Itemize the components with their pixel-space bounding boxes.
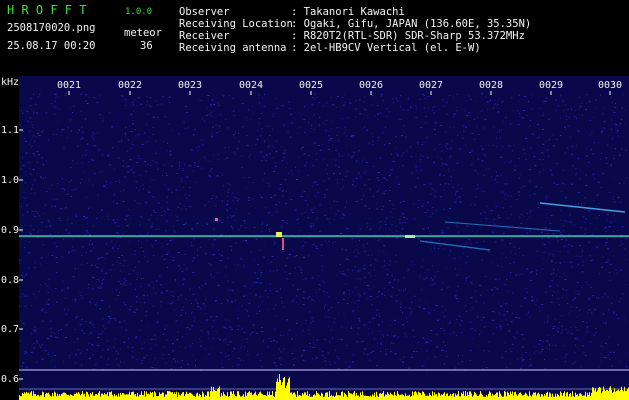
carrier-bright-spot: [276, 232, 282, 237]
time-tick-label: 0024: [239, 80, 264, 91]
time-tick-label: 0022: [118, 80, 143, 91]
carrier-bright-spot: [405, 235, 415, 238]
time-tick-label: 0030: [598, 80, 623, 91]
meteor-echo: [215, 218, 218, 221]
frequency-unit-label: kHz: [1, 77, 20, 88]
frequency-tick-label: 1.1: [1, 125, 20, 136]
time-tick-label: 0028: [479, 80, 504, 91]
time-tick-label: 0026: [359, 80, 384, 91]
time-tick-label: 0021: [57, 80, 82, 91]
time-tick-label: 0023: [178, 80, 203, 91]
frequency-tick-label: 0.7: [1, 324, 20, 335]
frequency-tick-label: 0.8: [1, 275, 20, 286]
frequency-tick-label: 0.9: [1, 225, 20, 236]
time-tick-label: 0025: [299, 80, 324, 91]
time-tick-label: 0027: [419, 80, 444, 91]
time-tick-label: 0029: [539, 80, 564, 91]
frequency-tick-label: 0.6: [1, 374, 20, 385]
spectrogram: [19, 76, 629, 400]
frequency-tick-label: 1.0: [1, 175, 20, 186]
